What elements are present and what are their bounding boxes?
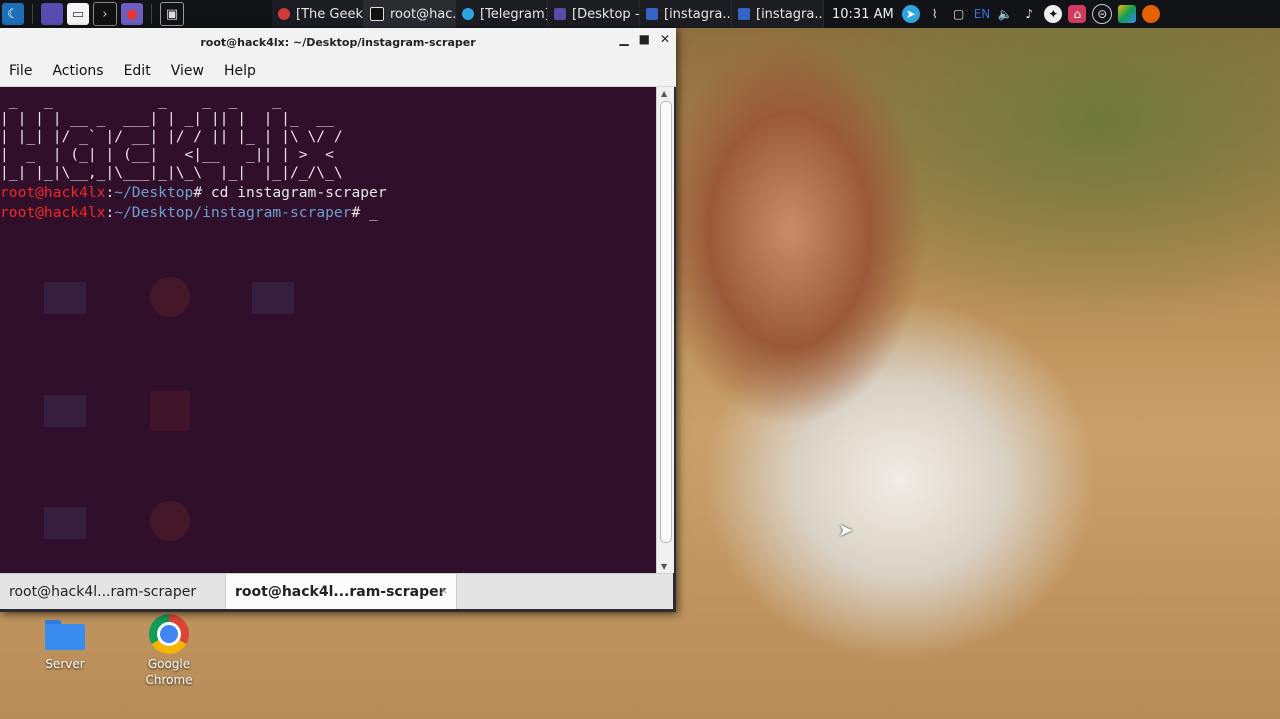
drive-icon[interactable] <box>1118 5 1137 23</box>
menu-view[interactable]: View <box>160 63 215 79</box>
top-panel: ☾ ▭ › ● ▣ [The Geek... root@hac... [Tele… <box>0 0 1280 28</box>
task-telegram[interactable]: [Telegram] <box>456 0 548 28</box>
paperclip-icon[interactable]: ⌇ <box>926 5 944 23</box>
window-titlebar[interactable]: root@hack4lx: ~/Desktop/instagram-scrape… <box>0 28 676 56</box>
window-controls: ▁ ■ ✕ <box>619 32 670 46</box>
file-manager-icon[interactable]: ▭ <box>67 3 89 25</box>
ghost-folder-icon <box>252 282 294 314</box>
prompt-user: root@hack4lx <box>0 184 106 201</box>
task-label: [instagra... <box>756 6 824 22</box>
minimize-icon[interactable]: ▁ <box>619 32 628 46</box>
ghost-folder-icon <box>44 395 86 427</box>
telegram-tray-icon[interactable]: ➤ <box>901 5 920 23</box>
panel-separator <box>32 4 33 24</box>
volume-icon[interactable]: 🔈 <box>996 5 1014 23</box>
menu-file[interactable]: File <box>0 63 43 79</box>
task-label: [Desktop -... <box>572 6 640 22</box>
task-terminal[interactable]: root@hac... <box>364 0 456 28</box>
task-label: [Telegram] <box>480 6 548 22</box>
terminal-tabs: root@hack4l...ram-scraper root@hack4l...… <box>0 573 673 609</box>
terminal-output[interactable]: _ _ _ _ _ _ | | | | __ _ ___| | _| || | … <box>0 87 656 573</box>
vpn-icon[interactable]: ⊝ <box>1092 4 1113 24</box>
clock[interactable]: 10:31 AM <box>832 7 894 22</box>
lock-icon[interactable]: ⌂ <box>1068 5 1087 23</box>
task-desktop[interactable]: [Desktop -... <box>548 0 640 28</box>
kali-menu-icon[interactable]: ☾ <box>2 3 24 25</box>
chrome-icon <box>149 614 189 654</box>
menu-edit[interactable]: Edit <box>113 63 162 79</box>
task-label: root@hac... <box>390 6 455 22</box>
menu-help[interactable]: Help <box>213 63 267 79</box>
prompt-command: # _ <box>351 204 378 221</box>
scrollbar[interactable]: ▲ ▼ <box>656 87 674 573</box>
keyboard-layout[interactable]: EN <box>974 5 991 23</box>
maximize-icon[interactable]: ■ <box>639 32 650 46</box>
icon-label: Server <box>45 657 85 671</box>
prompt-line-2: root@hack4lx:~/Desktop/instagram-scraper… <box>0 204 378 221</box>
close-icon[interactable]: ✕ <box>660 32 670 46</box>
browser-icon <box>278 8 290 20</box>
terminal-launcher-icon[interactable]: › <box>93 2 117 26</box>
prompt-path: ~/Desktop <box>114 184 194 201</box>
show-desktop-icon[interactable]: ▣ <box>160 2 184 26</box>
desktop-icon-chrome[interactable]: Google Chrome <box>124 614 214 688</box>
telegram-icon <box>462 8 474 20</box>
task-instagram-1[interactable]: [instagra... <box>640 0 732 28</box>
workspace-icon[interactable] <box>41 3 63 25</box>
tab-terminal-1[interactable]: root@hack4l...ram-scraper <box>0 574 225 609</box>
tab-terminal-2[interactable]: root@hack4l...ram-scraper × <box>225 574 457 609</box>
network-icon[interactable]: ✦ <box>1044 5 1063 23</box>
terminal-icon <box>370 7 384 21</box>
task-label: [instagra... <box>664 6 732 22</box>
scroll-down-icon[interactable]: ▼ <box>661 562 667 571</box>
notifications-icon[interactable]: ♪ <box>1020 5 1038 23</box>
firefox-icon[interactable] <box>1142 5 1161 23</box>
desktop-icon-server[interactable]: Server <box>20 620 110 672</box>
screen-recorder-icon[interactable]: ● <box>121 3 143 25</box>
task-browser[interactable]: [The Geek... <box>272 0 364 28</box>
task-label: [The Geek... <box>296 6 363 22</box>
menu-bar: File Actions Edit View Help <box>0 56 676 87</box>
scroll-up-icon[interactable]: ▲ <box>661 89 667 98</box>
screen-icon[interactable]: ▢ <box>950 5 968 23</box>
terminal-window: root@hack4lx: ~/Desktop/instagram-scrape… <box>0 28 676 612</box>
ghost-filezilla-icon <box>150 391 190 431</box>
ascii-banner: _ _ _ _ _ _ | | | | __ _ ___| | _| || | … <box>0 92 343 181</box>
desktop-folder-icon <box>554 8 566 20</box>
task-instagram-2[interactable]: [instagra... <box>732 0 824 28</box>
folder-icon <box>738 8 750 20</box>
panel-separator <box>151 4 152 24</box>
ghost-folder-icon <box>44 507 86 539</box>
mouse-pointer-icon: ➤ <box>838 520 854 541</box>
prompt-user: root@hack4lx <box>0 204 106 221</box>
icon-label: Google Chrome <box>145 657 193 687</box>
prompt-line-1: root@hack4lx:~/Desktop# cd instagram-scr… <box>0 184 387 201</box>
menu-actions[interactable]: Actions <box>41 63 114 79</box>
folder-icon <box>45 620 85 650</box>
ghost-folder-icon <box>44 282 86 314</box>
scroll-thumb[interactable] <box>660 101 672 543</box>
ghost-browser-icon <box>150 501 190 541</box>
tab-close-icon[interactable]: × <box>440 586 448 597</box>
system-tray: ➤ ⌇ ▢ EN 🔈 ♪ ✦ ⌂ ⊝ <box>901 4 1161 24</box>
prompt-path: ~/Desktop/instagram-scraper <box>114 204 352 221</box>
ghost-browser-icon <box>150 277 190 317</box>
tab-label: root@hack4l...ram-scraper <box>235 583 446 600</box>
tab-label: root@hack4l...ram-scraper <box>9 583 197 600</box>
folder-icon <box>646 8 658 20</box>
prompt-command: # cd instagram-scraper <box>193 184 387 201</box>
window-title: root@hack4lx: ~/Desktop/instagram-scrape… <box>200 35 476 49</box>
